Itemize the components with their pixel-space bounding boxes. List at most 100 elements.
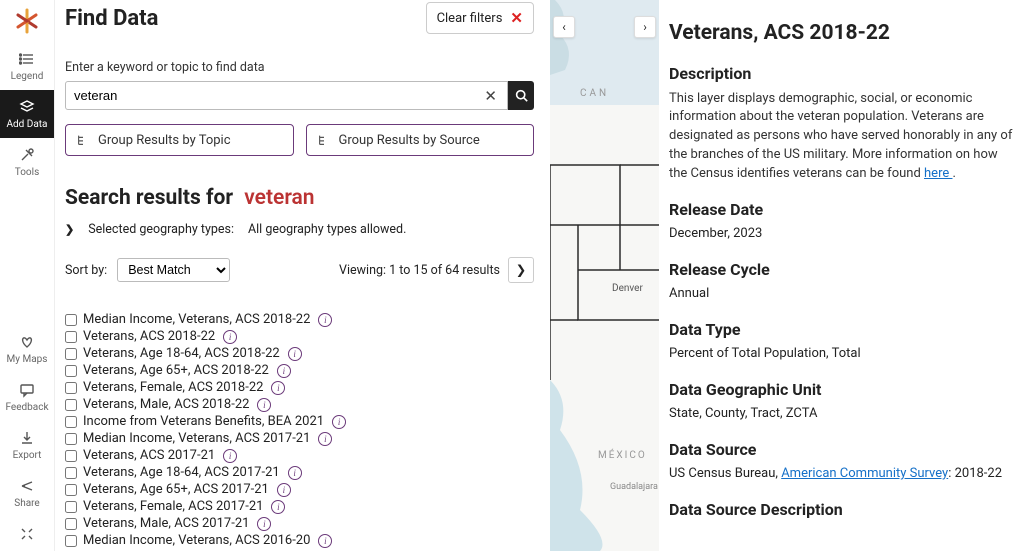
- result-item[interactable]: Income from Veterans Benefits, BEA 2021 i: [65, 413, 534, 430]
- info-icon[interactable]: i: [288, 347, 302, 361]
- result-item[interactable]: Veterans, Age 18-64, ACS 2017-21 i: [65, 464, 534, 481]
- result-item[interactable]: Veterans, ACS 2018-22 i: [65, 328, 534, 345]
- rail-label: Legend: [11, 71, 44, 82]
- result-label: Veterans, Female, ACS 2017-21: [83, 499, 263, 514]
- chat-icon: [18, 381, 36, 399]
- search-box[interactable]: ✕: [65, 81, 508, 110]
- result-item[interactable]: Median Income, Veterans, ACS 2018-22i: [65, 311, 534, 328]
- data-source-link[interactable]: American Community Survey: [781, 466, 948, 481]
- info-icon[interactable]: i: [288, 466, 302, 480]
- panel-title: Find Data: [65, 6, 158, 31]
- rail-item-share[interactable]: Share: [0, 469, 54, 517]
- info-icon[interactable]: i: [277, 483, 291, 497]
- info-icon[interactable]: i: [318, 432, 332, 446]
- heading-release-date: Release Date: [669, 198, 1014, 221]
- result-checkbox[interactable]: [65, 535, 77, 547]
- results-heading: Search results for veteran: [65, 186, 534, 210]
- result-checkbox[interactable]: [65, 518, 77, 530]
- map-label-mexico: MÉXICO: [598, 450, 647, 461]
- rail-item-tools[interactable]: Tools: [0, 138, 54, 186]
- result-label: Income from Veterans Benefits, BEA 2021: [83, 414, 324, 429]
- sort-select[interactable]: Best Match: [117, 258, 230, 282]
- clear-filters-label: Clear filters: [437, 11, 503, 26]
- result-item[interactable]: Median Income, Veterans, ACS 2017-21i: [65, 430, 534, 447]
- result-checkbox[interactable]: [65, 450, 77, 462]
- rail-item-collapse[interactable]: [0, 517, 54, 551]
- result-checkbox[interactable]: [65, 501, 77, 513]
- result-label: Veterans, Age 18-64, ACS 2017-21: [83, 465, 280, 480]
- info-icon[interactable]: i: [257, 517, 271, 531]
- map-label-denver: Denver: [612, 283, 643, 294]
- clear-filters-button[interactable]: Clear filters ✕: [426, 2, 534, 34]
- result-checkbox[interactable]: [65, 382, 77, 394]
- group-label: Group Results by Source: [339, 133, 480, 148]
- geo-label: Selected geography types:: [88, 222, 234, 237]
- result-item[interactable]: Veterans, ACS 2017-21i: [65, 447, 534, 464]
- layers-plus-icon: [18, 98, 36, 116]
- result-checkbox[interactable]: [65, 331, 77, 343]
- rail-item-my-maps[interactable]: My Maps: [0, 325, 54, 373]
- info-icon[interactable]: i: [223, 330, 237, 344]
- result-checkbox[interactable]: [65, 365, 77, 377]
- result-item[interactable]: Veterans, Male, ACS 2018-22 i: [65, 396, 534, 413]
- detail-panel: Veterans, ACS 2018-22 Description This l…: [659, 0, 1024, 551]
- next-page-button[interactable]: ❯: [508, 257, 534, 283]
- result-checkbox[interactable]: [65, 416, 77, 428]
- app-logo: [0, 0, 54, 42]
- result-label: Veterans, ACS 2018-22: [83, 329, 215, 344]
- result-checkbox[interactable]: [65, 399, 77, 411]
- map-label-guadalajara: Guadalajara: [610, 482, 658, 492]
- result-item[interactable]: Veterans, Male, ACS 2017-21i: [65, 515, 534, 532]
- group-by-source-button[interactable]: Group Results by Source: [306, 124, 535, 156]
- result-checkbox[interactable]: [65, 433, 77, 445]
- rail-item-feedback[interactable]: Feedback: [0, 373, 54, 421]
- search-input[interactable]: [74, 88, 480, 103]
- rail-item-add-data[interactable]: Add Data: [0, 90, 54, 138]
- info-icon[interactable]: i: [271, 381, 285, 395]
- tools-icon: [18, 146, 36, 164]
- geography-filter-row[interactable]: ❯ Selected geography types: All geograph…: [65, 222, 534, 237]
- description-link[interactable]: here: [924, 166, 952, 181]
- map-panel-right-button[interactable]: ›: [634, 16, 656, 38]
- group-by-topic-button[interactable]: Group Results by Topic: [65, 124, 294, 156]
- search-button[interactable]: [508, 81, 534, 110]
- info-icon[interactable]: i: [257, 398, 271, 412]
- info-icon[interactable]: i: [277, 364, 291, 378]
- result-item[interactable]: Veterans, Age 65+, ACS 2017-21i: [65, 481, 534, 498]
- map-panel-left-button[interactable]: ‹: [553, 16, 575, 38]
- heading-description: Description: [669, 62, 1014, 85]
- result-item[interactable]: Veterans, Age 18-64, ACS 2018-22 i: [65, 345, 534, 362]
- geo-unit-value: State, County, Tract, ZCTA: [669, 405, 1014, 424]
- heading-geo-unit: Data Geographic Unit: [669, 378, 1014, 401]
- info-icon[interactable]: i: [318, 534, 332, 548]
- info-icon[interactable]: i: [271, 500, 285, 514]
- rail-label: Add Data: [7, 119, 48, 130]
- search-keyword: veteran: [244, 186, 314, 210]
- rail-item-export[interactable]: Export: [0, 421, 54, 469]
- heading-source-description: Data Source Description: [669, 498, 1014, 521]
- heading-data-type: Data Type: [669, 318, 1014, 341]
- result-item[interactable]: Veterans, Age 65+, ACS 2018-22i: [65, 362, 534, 379]
- collapse-icon: [18, 525, 36, 543]
- download-icon: [18, 429, 36, 447]
- result-checkbox[interactable]: [65, 314, 77, 326]
- result-item[interactable]: Veterans, Female, ACS 2017-21 i: [65, 498, 534, 515]
- result-item[interactable]: Veterans, Female, ACS 2018-22i: [65, 379, 534, 396]
- rail-label: Share: [14, 498, 39, 509]
- info-icon[interactable]: i: [332, 415, 346, 429]
- rail-item-legend[interactable]: Legend: [0, 42, 54, 90]
- result-label: Veterans, Male, ACS 2018-22: [83, 397, 249, 412]
- heading-data-source: Data Source: [669, 438, 1014, 461]
- info-icon[interactable]: i: [318, 313, 332, 327]
- info-icon[interactable]: i: [223, 449, 237, 463]
- tree-icon: [76, 133, 90, 147]
- map[interactable]: CAN Denver MÉXICO Guadalajara ‹ ›: [550, 0, 659, 551]
- result-checkbox[interactable]: [65, 348, 77, 360]
- result-checkbox[interactable]: [65, 484, 77, 496]
- chevron-right-icon: ❯: [516, 262, 526, 278]
- results-list: Median Income, Veterans, ACS 2018-22iVet…: [65, 311, 534, 551]
- result-item[interactable]: Median Income, Veterans, ACS 2016-20i: [65, 532, 534, 549]
- clear-input-icon[interactable]: ✕: [480, 87, 501, 105]
- result-label: Veterans, Age 18-64, ACS 2018-22: [83, 346, 280, 361]
- result-checkbox[interactable]: [65, 467, 77, 479]
